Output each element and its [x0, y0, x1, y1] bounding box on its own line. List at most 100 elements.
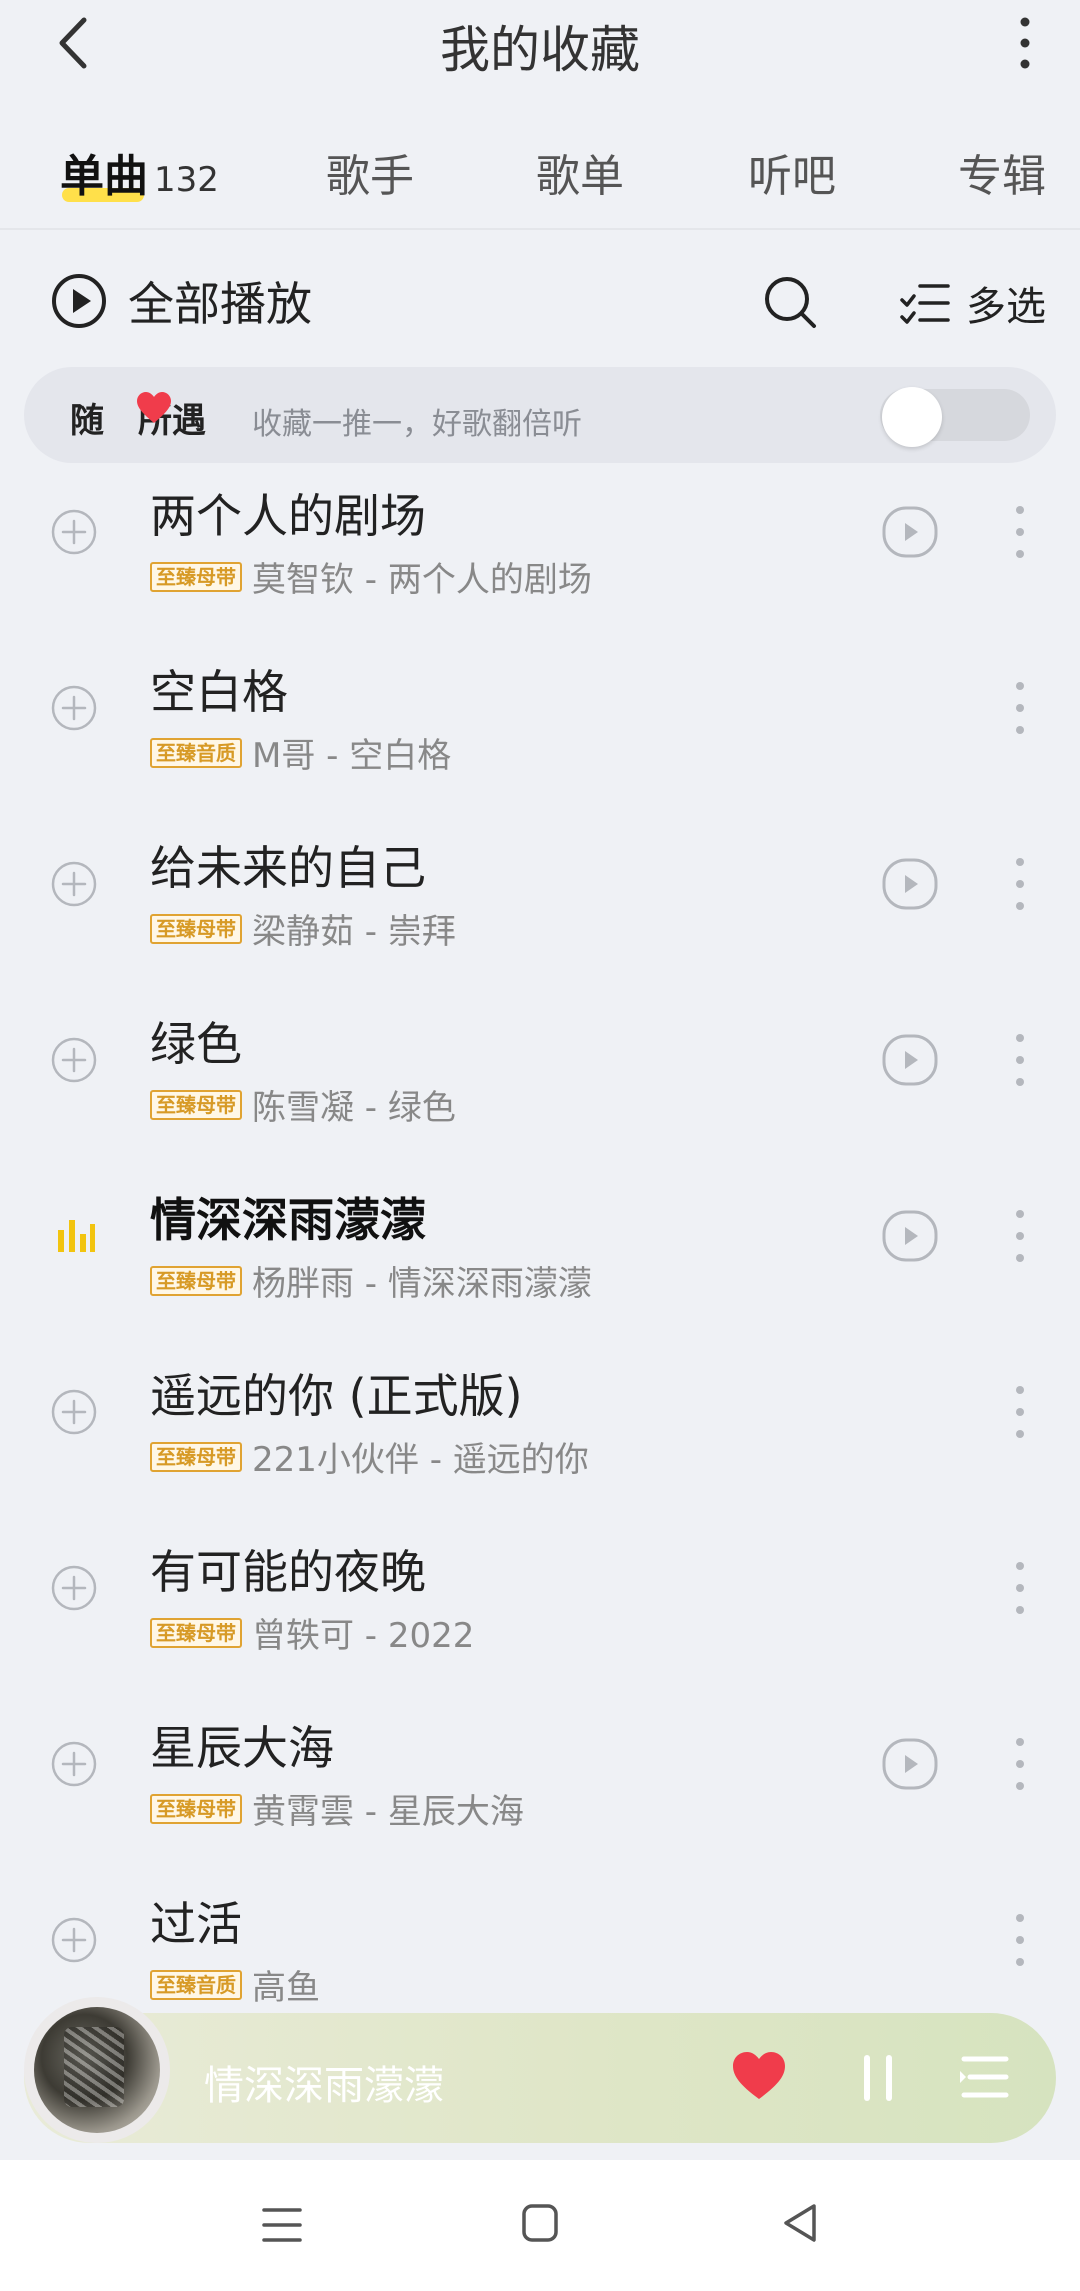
more-vertical-icon: [1016, 1562, 1024, 1614]
song-artist-album: 高鱼: [252, 1968, 320, 2008]
video-play-icon: [882, 1738, 938, 1790]
pause-button[interactable]: [858, 2051, 898, 2105]
song-more-button[interactable]: [1000, 1908, 1040, 1972]
add-to-playlist-button[interactable]: [50, 684, 98, 732]
add-to-playlist-button[interactable]: [50, 508, 98, 556]
home-square-icon: [522, 2204, 558, 2242]
add-to-playlist-button[interactable]: [50, 1916, 98, 1964]
song-row[interactable]: 空白格 至臻音质 M哥 - 空白格: [0, 656, 1080, 816]
tab-count: 132: [154, 160, 219, 200]
more-vertical-icon: [1020, 17, 1030, 69]
nav-back-button[interactable]: [780, 2202, 820, 2244]
song-subtitle: 至臻母带 梁静茹 - 崇拜: [150, 904, 456, 953]
header: 我的收藏: [0, 0, 1080, 86]
banner-subtitle: 收藏一推一，好歌翻倍听: [252, 407, 582, 442]
random-encounter-banner: 随所遇 收藏一推一，好歌翻倍听: [24, 367, 1056, 463]
song-more-button[interactable]: [1000, 1732, 1040, 1796]
add-to-playlist-button[interactable]: [50, 1388, 98, 1436]
search-button[interactable]: [762, 274, 818, 330]
song-more-button[interactable]: [1000, 1204, 1040, 1268]
pause-icon: [864, 2055, 892, 2101]
more-vertical-icon: [1016, 1386, 1024, 1438]
video-play-icon: [882, 858, 938, 910]
song-artist-album: 221小伙伴 - 遥远的你: [252, 1440, 589, 1480]
song-row[interactable]: 绿色 至臻母带 陈雪凝 - 绿色: [0, 1008, 1080, 1168]
song-more-button[interactable]: [1000, 1380, 1040, 1444]
song-title: 有可能的夜晚: [150, 1545, 426, 1599]
song-row[interactable]: 给未来的自己 至臻母带 梁静茹 - 崇拜: [0, 832, 1080, 992]
like-button[interactable]: [730, 2049, 788, 2103]
quality-badge: 至臻音质: [150, 737, 242, 768]
mv-play-button[interactable]: [882, 1210, 938, 1262]
song-subtitle: 至臻母带 黄霄雲 - 星辰大海: [150, 1784, 524, 1833]
system-nav-bar: [0, 2160, 1080, 2291]
nav-home-button[interactable]: [520, 2202, 560, 2244]
toggle-knob: [882, 387, 942, 447]
multi-select-label: 多选: [966, 284, 1046, 330]
song-subtitle: 至臻母带 陈雪凝 - 绿色: [150, 1080, 456, 1129]
mv-play-button[interactable]: [882, 506, 938, 558]
song-artist-album: 梁静茹 - 崇拜: [252, 912, 456, 952]
album-cover[interactable]: [24, 1997, 170, 2143]
mini-player[interactable]: 情深深雨濛濛: [24, 1997, 1056, 2143]
playlist-button[interactable]: [958, 2051, 1010, 2103]
song-row[interactable]: 遥远的你 (正式版) 至臻母带 221小伙伴 - 遥远的你: [0, 1360, 1080, 1520]
song-title: 遥远的你 (正式版): [150, 1369, 523, 1423]
song-subtitle: 至臻音质 M哥 - 空白格: [150, 728, 451, 777]
add-to-playlist-button[interactable]: [50, 1564, 98, 1612]
song-more-button[interactable]: [1000, 500, 1040, 564]
add-to-playlist-button[interactable]: [50, 1740, 98, 1788]
tab-playlists[interactable]: 歌单: [536, 140, 624, 204]
more-vertical-icon: [1016, 1914, 1024, 1966]
more-button[interactable]: [1000, 14, 1050, 72]
quality-badge: 至臻母带: [150, 1617, 242, 1648]
tab-listen[interactable]: 听吧: [748, 140, 836, 204]
video-play-icon: [882, 1034, 938, 1086]
song-subtitle: 至臻母带 杨胖雨 - 情深深雨濛濛: [150, 1256, 592, 1305]
add-to-playlist-button[interactable]: [50, 1036, 98, 1084]
plus-circle-icon: [51, 1917, 97, 1963]
song-artist-album: 曾轶可 - 2022: [252, 1616, 475, 1656]
play-all-button[interactable]: 全部播放: [50, 268, 312, 334]
plus-circle-icon: [51, 1037, 97, 1083]
more-vertical-icon: [1016, 1738, 1024, 1790]
song-row[interactable]: 情深深雨濛濛 至臻母带 杨胖雨 - 情深深雨濛濛: [0, 1184, 1080, 1344]
play-circle-icon: [52, 274, 106, 328]
song-title: 星辰大海: [150, 1721, 334, 1775]
mv-play-button[interactable]: [882, 1738, 938, 1790]
song-subtitle: 至臻母带 221小伙伴 - 遥远的你: [150, 1432, 589, 1481]
tab-albums[interactable]: 专辑: [958, 140, 1046, 204]
mv-play-button[interactable]: [882, 858, 938, 910]
song-row[interactable]: 两个人的剧场 至臻母带 莫智钦 - 两个人的剧场: [0, 480, 1080, 640]
tab-singers[interactable]: 歌手: [326, 140, 414, 204]
plus-circle-icon: [51, 861, 97, 907]
multi-select-button[interactable]: 多选: [900, 274, 1046, 332]
quality-badge: 至臻音质: [150, 1969, 242, 2000]
song-row[interactable]: 有可能的夜晚 至臻母带 曾轶可 - 2022: [0, 1536, 1080, 1696]
song-title: 两个人的剧场: [150, 489, 426, 543]
song-more-button[interactable]: [1000, 1556, 1040, 1620]
recommend-toggle[interactable]: [880, 387, 1030, 447]
song-more-button[interactable]: [1000, 676, 1040, 740]
song-row[interactable]: 星辰大海 至臻母带 黄霄雲 - 星辰大海: [0, 1712, 1080, 1872]
nav-recents-button[interactable]: [260, 2204, 304, 2246]
search-icon: [765, 277, 816, 328]
song-more-button[interactable]: [1000, 1028, 1040, 1092]
quality-badge: 至臻母带: [150, 1089, 242, 1120]
song-title: 过活: [150, 1897, 242, 1951]
menu-icon: [262, 2208, 302, 2242]
play-all-label: 全部播放: [128, 277, 312, 331]
song-more-button[interactable]: [1000, 852, 1040, 916]
plus-circle-icon: [51, 1565, 97, 1611]
mv-play-button[interactable]: [882, 1034, 938, 1086]
album-art-image: [34, 2007, 160, 2133]
tab-label: 单曲: [60, 151, 148, 202]
song-artist-album: M哥 - 空白格: [252, 736, 452, 776]
song-subtitle: 至臻音质 高鱼: [150, 1960, 320, 2009]
more-vertical-icon: [1016, 1034, 1024, 1086]
more-vertical-icon: [1016, 1210, 1024, 1262]
more-vertical-icon: [1016, 682, 1024, 734]
heart-filled-icon: [733, 2052, 785, 2099]
add-to-playlist-button[interactable]: [50, 860, 98, 908]
tab-singles[interactable]: 单曲 132: [60, 140, 219, 204]
